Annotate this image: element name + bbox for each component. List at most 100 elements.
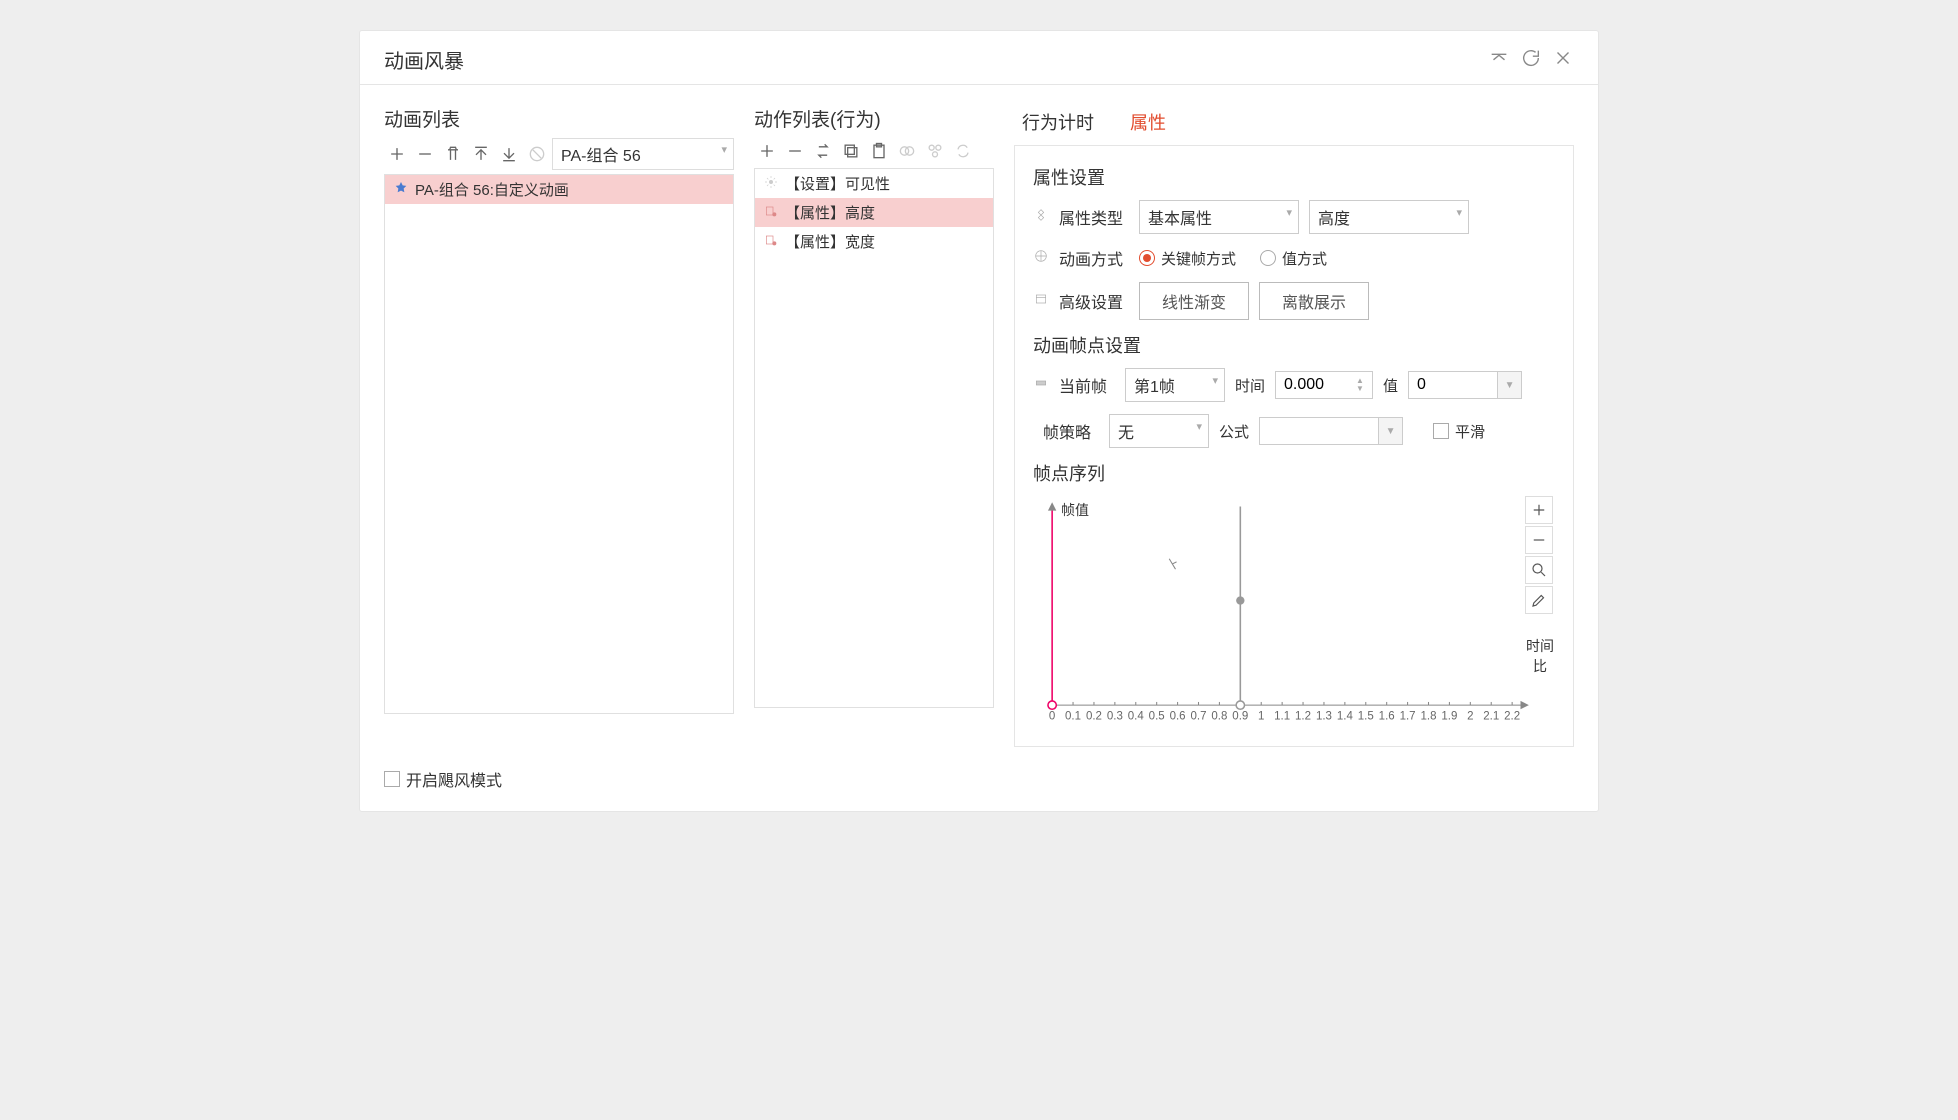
value-label: 值 [1383, 375, 1398, 396]
axis-y-label: 帧值 [1061, 500, 1089, 520]
formula-dropdown-icon[interactable]: ▼ [1379, 417, 1403, 445]
frame-icon [1033, 375, 1049, 395]
svg-text:2.2: 2.2 [1504, 711, 1520, 723]
graph-remove-icon[interactable] [1525, 526, 1553, 554]
sequence-title: 帧点序列 [1033, 460, 1555, 486]
svg-text:0.5: 0.5 [1149, 711, 1165, 723]
frame-strategy-select[interactable]: 无 [1109, 414, 1209, 448]
formula-label: 公式 [1219, 421, 1249, 442]
remove-icon[interactable] [782, 138, 808, 164]
svg-text:1.7: 1.7 [1400, 711, 1416, 723]
svg-text:0.6: 0.6 [1170, 711, 1186, 723]
refresh-icon[interactable] [1520, 47, 1542, 73]
move-down-icon[interactable] [496, 141, 522, 167]
linear-gradient-button[interactable]: 线性渐变 [1139, 282, 1249, 320]
svg-text:0.9: 0.9 [1232, 711, 1248, 723]
animation-target-select[interactable]: PA-组合 56 [552, 138, 734, 170]
action-list-item[interactable]: 【属性】宽度 [755, 227, 993, 256]
add-icon[interactable] [384, 141, 410, 167]
link-icon [922, 138, 948, 164]
copy-icon[interactable] [838, 138, 864, 164]
window-title: 动画风暴 [384, 45, 464, 74]
animation-listbox[interactable]: PA-组合 56:自定义动画 [384, 174, 734, 714]
prop-settings-title: 属性设置 [1033, 164, 1555, 190]
radio-value-mode[interactable]: 值方式 [1260, 248, 1327, 269]
titlebar: 动画风暴 [360, 31, 1598, 85]
svg-text:0.3: 0.3 [1107, 711, 1123, 723]
property-icon [763, 232, 779, 252]
svg-text:2: 2 [1467, 711, 1473, 723]
svg-text:1.8: 1.8 [1421, 711, 1437, 723]
star-icon [393, 180, 409, 200]
svg-text:0.2: 0.2 [1086, 711, 1102, 723]
formula-input[interactable] [1259, 417, 1379, 445]
action-list-item[interactable]: 【设置】可见性 [755, 169, 993, 198]
sync-icon [950, 138, 976, 164]
smooth-checkbox[interactable]: 平滑 [1433, 421, 1485, 442]
action-item-label: 【属性】宽度 [785, 231, 875, 252]
current-frame-select[interactable]: 第1帧 [1125, 368, 1225, 402]
property-icon [763, 203, 779, 223]
hurricane-mode-label: 开启飓风模式 [406, 767, 502, 791]
action-list-panel: 动作列表(行为) 【设置】可见性 【属性】高度 [754, 105, 994, 747]
attr-type-label: 属性类型 [1059, 205, 1129, 229]
tab-properties[interactable]: 属性 [1122, 105, 1174, 139]
animation-item-label: PA-组合 56:自定义动画 [415, 179, 569, 200]
group-icon [894, 138, 920, 164]
svg-text:1.4: 1.4 [1337, 711, 1354, 723]
anim-mode-label: 动画方式 [1059, 246, 1129, 270]
time-input[interactable] [1276, 372, 1356, 398]
time-spinner[interactable]: ▲▼ [1356, 377, 1372, 393]
discrete-display-button[interactable]: 离散展示 [1259, 282, 1369, 320]
action-item-label: 【属性】高度 [785, 202, 875, 223]
animation-list-item[interactable]: PA-组合 56:自定义动画 [385, 175, 733, 204]
delete-icon[interactable] [440, 141, 466, 167]
swap-icon[interactable] [810, 138, 836, 164]
attr-type-select[interactable]: 基本属性 [1139, 200, 1299, 234]
gear-icon [763, 174, 779, 194]
dialog-window: 动画风暴 动画列表 PA-组合 56 PA-组合 56:自定义动 [359, 30, 1599, 812]
svg-text:1.3: 1.3 [1316, 711, 1332, 723]
action-item-label: 【设置】可见性 [785, 173, 890, 194]
disabled-action-icon [524, 141, 550, 167]
svg-text:1.9: 1.9 [1441, 711, 1457, 723]
attr-name-select[interactable]: 高度 [1309, 200, 1469, 234]
graph-zoom-icon[interactable] [1525, 556, 1553, 584]
action-list-title: 动作列表(行为) [754, 105, 994, 132]
properties-panel: 行为计时 属性 属性设置 属性类型 基本属性 高度 动画方式 [1014, 105, 1574, 747]
advanced-label: 高级设置 [1059, 289, 1129, 313]
move-up-icon[interactable] [468, 141, 494, 167]
graph-edit-icon[interactable] [1525, 586, 1553, 614]
svg-text:0.4: 0.4 [1128, 711, 1145, 723]
graph-add-icon[interactable] [1525, 496, 1553, 524]
radio-value-label: 值方式 [1282, 248, 1327, 269]
action-listbox[interactable]: 【设置】可见性 【属性】高度 【属性】宽度 [754, 168, 994, 708]
collapse-icon[interactable] [1488, 47, 1510, 73]
smooth-label: 平滑 [1455, 421, 1485, 442]
svg-text:2.1: 2.1 [1483, 711, 1499, 723]
remove-icon[interactable] [412, 141, 438, 167]
attr-type-icon [1033, 207, 1049, 227]
value-dropdown-icon[interactable]: ▼ [1498, 371, 1522, 399]
current-frame-label: 当前帧 [1059, 373, 1115, 397]
svg-text:1.1: 1.1 [1274, 711, 1290, 723]
action-list-item[interactable]: 【属性】高度 [755, 198, 993, 227]
hurricane-mode-checkbox[interactable]: 开启飓风模式 [384, 767, 1574, 791]
add-icon[interactable] [754, 138, 780, 164]
svg-text:1.2: 1.2 [1295, 711, 1311, 723]
radio-keyframe-label: 关键帧方式 [1161, 248, 1236, 269]
frame-settings-title: 动画帧点设置 [1033, 332, 1555, 358]
keyframe-graph[interactable]: 0 0.10.20.3 0.40.50.6 0.70.80.9 11.11.2 … [1033, 496, 1525, 726]
time-label: 时间 [1235, 375, 1265, 396]
tab-timing[interactable]: 行为计时 [1014, 105, 1102, 139]
svg-text:1.6: 1.6 [1379, 711, 1395, 723]
radio-keyframe-mode[interactable]: 关键帧方式 [1139, 248, 1236, 269]
footer: 开启飓风模式 [360, 767, 1598, 811]
value-input[interactable] [1408, 371, 1498, 399]
svg-text:0.7: 0.7 [1191, 711, 1207, 723]
close-icon[interactable] [1552, 47, 1574, 73]
svg-text:0: 0 [1049, 711, 1055, 723]
anim-mode-icon [1033, 248, 1049, 268]
paste-icon[interactable] [866, 138, 892, 164]
animation-list-title: 动画列表 [384, 105, 734, 132]
